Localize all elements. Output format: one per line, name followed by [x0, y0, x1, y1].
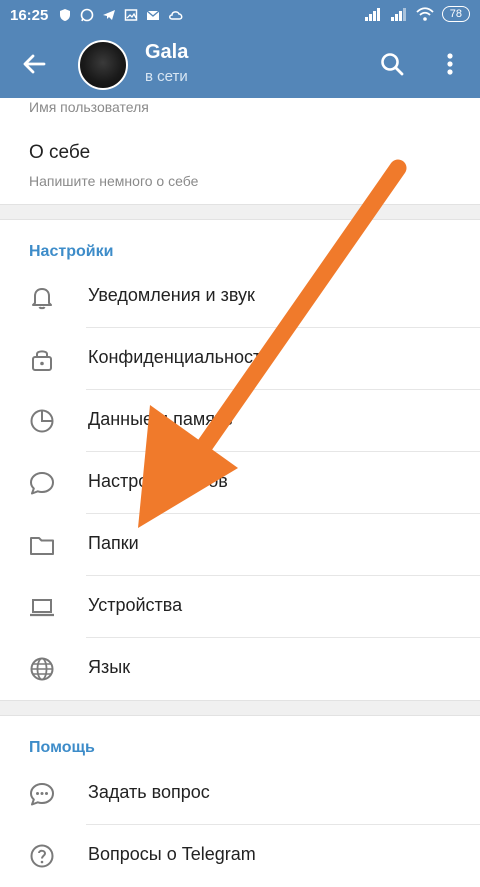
globe-icon [30, 657, 54, 681]
help-section-title: Помощь [29, 739, 95, 756]
help-item-ask-question[interactable]: Задать вопрос [0, 763, 480, 825]
online-status: в сети [145, 68, 188, 85]
cloud-icon [169, 11, 183, 20]
profile-name: Gala [145, 41, 189, 63]
section-divider [0, 700, 480, 716]
help-item-telegram-faq[interactable]: Вопросы о Telegram [0, 825, 480, 887]
settings-item-chat-settings[interactable]: Настройки чатов [0, 452, 480, 514]
status-bar: 16:25 78 [0, 0, 480, 30]
settings-item-label: Конфиденциальность [88, 347, 271, 367]
about-title[interactable]: О себе [29, 142, 90, 164]
folder-icon [30, 537, 54, 555]
battery-indicator: 78 [441, 6, 470, 22]
chat-bubble-icon [30, 472, 54, 495]
whatsapp-icon [81, 8, 94, 22]
more-vert-icon[interactable] [440, 50, 460, 78]
settings-item-label: Данные и память [88, 409, 233, 429]
back-arrow-icon[interactable] [20, 50, 48, 78]
settings-item-folders[interactable]: Папки [0, 514, 480, 576]
telegram-icon [103, 10, 116, 20]
mail-icon [146, 10, 160, 20]
section-divider [0, 204, 480, 220]
help-circle-icon [30, 844, 54, 868]
laptop-icon [30, 599, 54, 617]
settings-item-label: Настройки чатов [88, 471, 228, 491]
settings-item-label: Язык [88, 657, 131, 677]
settings-item-label: Уведомления и звук [88, 285, 255, 305]
username-hint: Имя пользователя [29, 99, 149, 115]
profile-header: Gala в сети [0, 30, 480, 98]
help-item-label: Вопросы о Telegram [88, 844, 256, 864]
lock-icon [32, 350, 52, 371]
settings-item-notifications[interactable]: Уведомления и звук [0, 266, 480, 328]
bell-icon [32, 288, 52, 310]
signal-icon-2 [390, 8, 406, 21]
pie-chart-icon [30, 409, 54, 433]
notification-icons [58, 8, 184, 22]
settings-item-devices[interactable]: Устройства [0, 576, 480, 638]
settings-section-title: Настройки [29, 243, 114, 260]
about-hint: Напишите немного о себе [29, 173, 199, 189]
settings-item-label: Устройства [88, 595, 183, 615]
settings-item-privacy[interactable]: Конфиденциальность [0, 328, 480, 390]
avatar[interactable] [78, 40, 128, 90]
question-bubble-icon [30, 783, 54, 806]
settings-item-data-storage[interactable]: Данные и память [0, 390, 480, 452]
signal-icon [364, 8, 380, 21]
image-icon [125, 9, 138, 21]
wifi-icon [416, 7, 434, 21]
status-time: 16:25 [10, 6, 49, 24]
help-item-label: Задать вопрос [88, 782, 210, 802]
settings-item-language[interactable]: Язык [0, 638, 480, 700]
search-icon[interactable] [378, 50, 406, 78]
settings-item-label: Папки [88, 533, 139, 553]
shield-icon [60, 9, 71, 21]
